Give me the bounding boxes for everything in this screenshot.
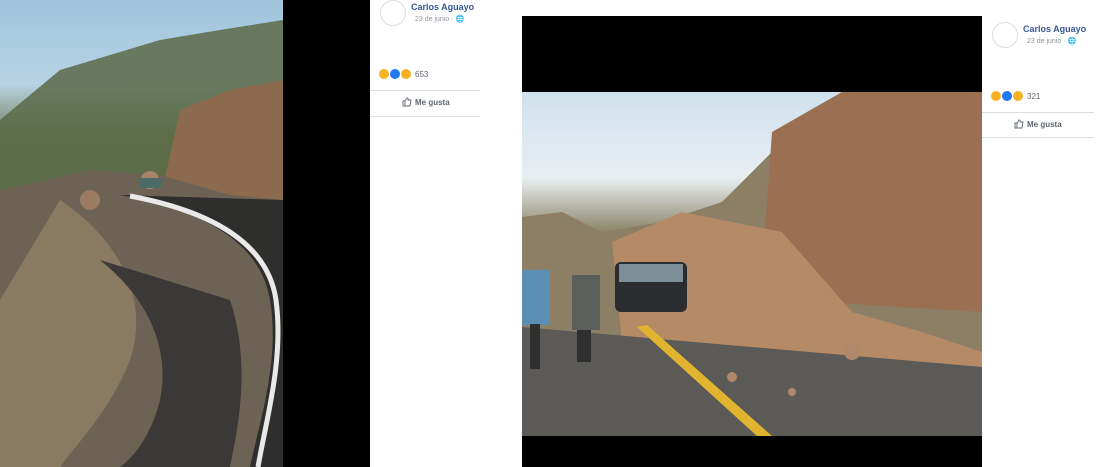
landslide-road-photo-left[interactable] — [0, 0, 283, 467]
landslide-road-photo-main[interactable] — [522, 92, 982, 436]
wow-reaction-icon — [401, 69, 411, 79]
reactions-summary[interactable]: 653 — [379, 69, 428, 79]
like-button-label: Me gusta — [415, 97, 450, 107]
photo-left-scene — [0, 20, 283, 467]
like-reaction-icon — [1002, 91, 1012, 101]
like-button-label: Me gusta — [1027, 119, 1062, 129]
reactions-count: 653 — [415, 69, 429, 79]
like-reaction-icon — [390, 69, 400, 79]
divider — [370, 116, 480, 117]
like-button[interactable]: Me gusta — [402, 97, 450, 107]
wow-reaction-icon — [1013, 91, 1023, 101]
post-date[interactable]: 23 de junio · 🌐 — [415, 15, 464, 23]
divider — [982, 137, 1094, 138]
sad-reaction-icon — [991, 91, 1001, 101]
divider — [370, 90, 480, 91]
photo-main-scene — [522, 92, 982, 436]
post-date-text: 23 de junio · — [1027, 38, 1068, 45]
avatar[interactable] — [380, 0, 406, 26]
post-date[interactable]: 23 de junio · 🌐 — [1027, 37, 1076, 45]
author-name[interactable]: Carlos Aguayo — [1023, 24, 1086, 34]
post-sidebar-right: Carlos Aguayo 23 de junio · 🌐 321 Me gus… — [982, 0, 1100, 467]
post-sidebar-left: Carlos Aguayo 23 de junio · 🌐 653 Me gus… — [370, 0, 480, 467]
thumbs-up-icon — [1014, 119, 1024, 129]
like-button[interactable]: Me gusta — [1014, 119, 1062, 129]
divider — [982, 112, 1094, 113]
photo-viewer — [522, 16, 982, 467]
author-name[interactable]: Carlos Aguayo — [411, 2, 474, 12]
globe-icon: 🌐 — [455, 16, 465, 23]
avatar[interactable] — [992, 22, 1018, 48]
sad-reaction-icon — [379, 69, 389, 79]
photo-separator — [283, 0, 370, 467]
reactions-summary[interactable]: 321 — [991, 91, 1040, 101]
thumbs-up-icon — [402, 97, 412, 107]
post-date-text: 23 de junio · — [415, 16, 456, 23]
reactions-count: 321 — [1027, 91, 1041, 101]
globe-icon: 🌐 — [1067, 38, 1077, 45]
